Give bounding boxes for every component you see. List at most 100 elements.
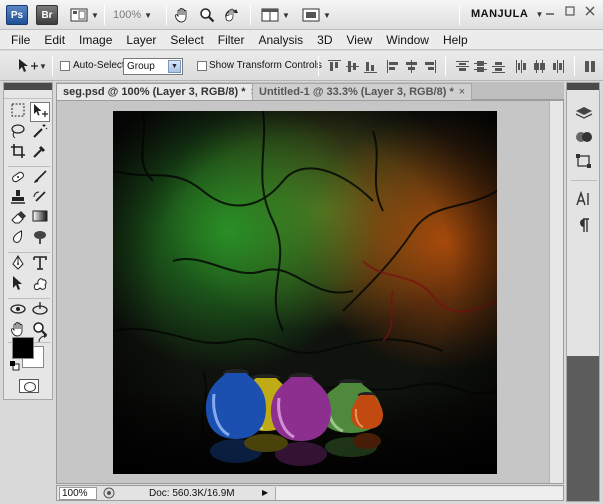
brush-tool[interactable] [30, 169, 50, 189]
vertical-scrollbar[interactable] [549, 101, 563, 483]
menu-select[interactable]: Select [163, 30, 210, 50]
menu-layer[interactable]: Layer [119, 30, 163, 50]
menu-view[interactable]: View [339, 30, 379, 50]
panel-dock [566, 82, 600, 502]
align-vertical-centers-icon[interactable] [346, 60, 359, 73]
menu-analysis[interactable]: Analysis [251, 30, 310, 50]
chevron-down-icon: ▼ [91, 10, 99, 20]
distribute-bottom-edges-icon[interactable] [492, 60, 505, 73]
foreground-color-swatch[interactable] [12, 337, 34, 359]
chevron-down-icon: ▼ [323, 10, 331, 20]
lasso-icon [11, 124, 25, 139]
quick-mask-button[interactable] [19, 379, 39, 393]
stamp-icon [11, 190, 25, 204]
status-zoom-field[interactable]: 100% [59, 487, 97, 500]
blur-icon [12, 230, 23, 243]
zoom-tool-icon [200, 8, 215, 23]
menu-filter[interactable]: Filter [211, 30, 252, 50]
type-tool[interactable] [30, 255, 50, 275]
align-top-edges-icon[interactable] [328, 60, 341, 73]
auto-select-checkbox[interactable] [60, 61, 70, 71]
tab-untitled-1[interactable]: Untitled-1 @ 33.3% (Layer 3, RGB/8) * × [252, 83, 473, 100]
pen-tool[interactable] [8, 255, 28, 275]
menu-bar: File Edit Image Layer Select Filter Anal… [0, 30, 603, 50]
view-extras-button[interactable]: ▼ [70, 6, 99, 24]
separator [445, 56, 446, 76]
tools-panel-header[interactable] [4, 83, 52, 90]
lasso-tool[interactable] [8, 123, 28, 143]
magic-wand-tool[interactable] [30, 123, 50, 143]
dock-header[interactable] [567, 83, 599, 90]
distribute-left-edges-icon[interactable] [515, 60, 528, 73]
zoom-level-dropdown[interactable]: 100% ▼ [113, 6, 152, 24]
bandage-icon [12, 171, 24, 183]
spot-healing-brush-tool[interactable] [8, 169, 28, 189]
eyedropper-tool[interactable] [30, 143, 50, 163]
move-tool[interactable] [30, 102, 50, 122]
align-right-edges-icon[interactable] [423, 60, 436, 73]
history-brush-tool[interactable] [30, 189, 50, 209]
close-icon[interactable]: × [459, 86, 465, 98]
paragraph-panel-button[interactable] [574, 217, 594, 237]
show-transform-controls-checkbox[interactable] [197, 61, 207, 71]
align-bottom-edges-icon[interactable] [364, 60, 377, 73]
horizontal-scrollbar[interactable] [275, 487, 563, 500]
align-left-edges-icon[interactable] [387, 60, 400, 73]
menu-help[interactable]: Help [436, 30, 475, 50]
distribute-vertical-centers-icon[interactable] [474, 60, 487, 73]
default-colors-icon [10, 361, 20, 371]
swap-colors-button[interactable] [38, 334, 48, 347]
menu-window[interactable]: Window [379, 30, 436, 50]
rotate-view-button[interactable] [223, 6, 241, 24]
auto-align-layers-icon[interactable] [584, 60, 597, 73]
hand-tool-button[interactable] [174, 6, 190, 24]
zoom-tool-button[interactable] [199, 6, 215, 24]
layers-panel-button[interactable] [574, 105, 594, 125]
default-colors-button[interactable] [10, 361, 20, 374]
rectangular-marquee-icon [11, 103, 25, 117]
custom-shape-tool[interactable] [30, 275, 50, 295]
blur-tool[interactable] [8, 229, 28, 249]
3d-rotate-icon [10, 304, 26, 314]
rectangular-marquee-tool[interactable] [8, 103, 28, 123]
align-horizontal-centers-icon[interactable] [405, 60, 418, 73]
crop-tool[interactable] [8, 143, 28, 163]
character-panel-button[interactable] [574, 190, 594, 211]
auto-select-dropdown[interactable]: Group ▼ [123, 58, 183, 75]
clone-stamp-tool[interactable] [8, 189, 28, 209]
path-selection-tool[interactable] [8, 275, 28, 295]
screen-mode-button[interactable]: ▼ [302, 6, 331, 24]
auto-select-value: Group [127, 61, 155, 72]
3d-rotate-tool[interactable] [8, 301, 28, 321]
status-menu-arrow[interactable]: ▶ [262, 488, 268, 497]
tab-seg-psd[interactable]: seg.psd @ 100% (Layer 3, RGB/8) *× [56, 83, 264, 100]
maximize-button[interactable] [563, 6, 577, 20]
channels-panel-button[interactable] [574, 129, 594, 149]
zoom-level-text: 100% [113, 9, 142, 21]
arrange-documents-button[interactable]: ▼ [261, 6, 290, 24]
tool-preset-picker[interactable]: ▼ [17, 58, 47, 77]
gradient-tool[interactable] [30, 209, 50, 229]
eraser-tool[interactable] [8, 209, 28, 229]
separator [104, 5, 105, 25]
status-info-button[interactable] [103, 487, 115, 502]
path-selection-icon [13, 276, 22, 290]
distribute-right-edges-icon[interactable] [551, 60, 564, 73]
menu-edit[interactable]: Edit [37, 30, 72, 50]
minimize-button[interactable] [543, 6, 557, 20]
image-canvas[interactable] [113, 111, 497, 474]
bridge-launch-button[interactable]: Br [36, 5, 58, 25]
menu-3d[interactable]: 3D [310, 30, 339, 50]
3d-orbit-tool[interactable] [30, 301, 50, 321]
document-tabs: seg.psd @ 100% (Layer 3, RGB/8) *× Untit… [56, 82, 564, 100]
tools-panel-grip[interactable] [4, 90, 52, 99]
dodge-icon [34, 231, 46, 244]
distribute-horizontal-centers-icon[interactable] [533, 60, 546, 73]
menu-file[interactable]: File [4, 30, 37, 50]
dodge-tool[interactable] [30, 229, 50, 249]
close-button[interactable] [583, 6, 597, 20]
menu-image[interactable]: Image [72, 30, 119, 50]
paths-panel-button[interactable] [574, 153, 594, 173]
distribute-top-edges-icon[interactable] [456, 60, 469, 73]
workspace-switcher[interactable]: MANJULA ▼ [471, 8, 544, 20]
